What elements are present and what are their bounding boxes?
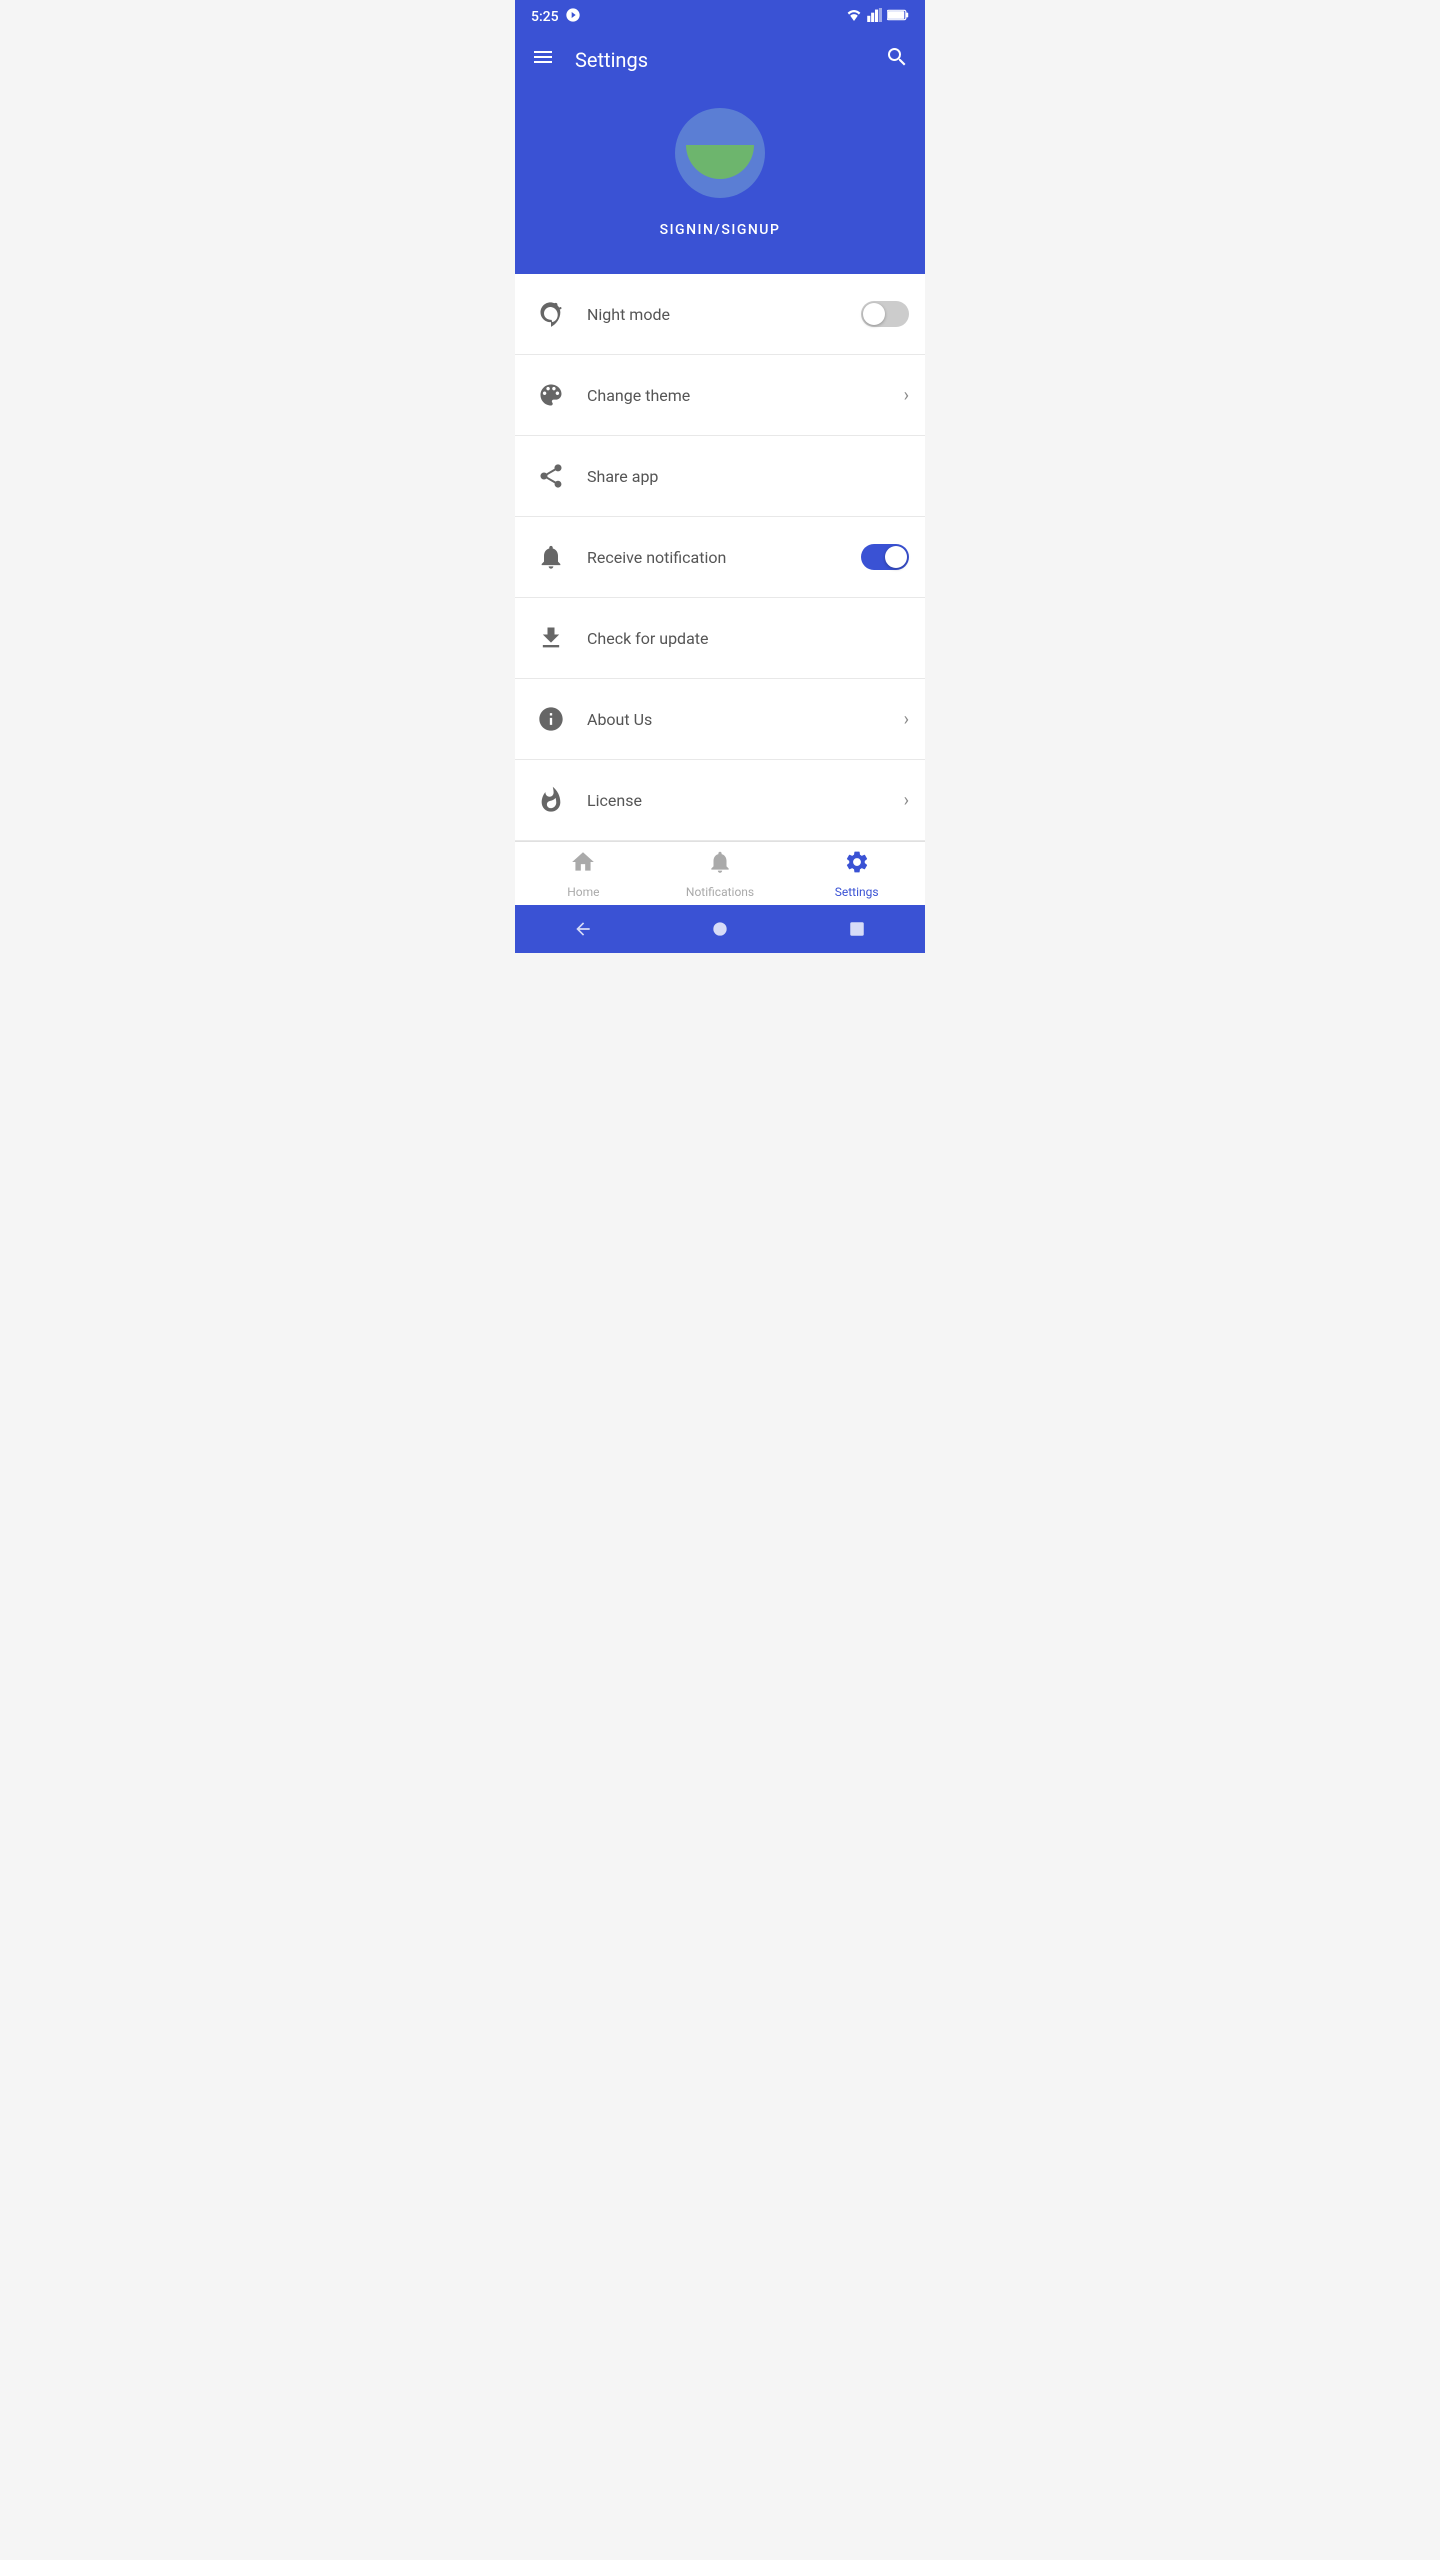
- battery-icon: [887, 8, 909, 26]
- signal-icon: [867, 8, 883, 26]
- toggle-knob-on: [885, 546, 907, 568]
- share-app-label: Share app: [587, 467, 909, 486]
- page-title: Settings: [575, 48, 885, 72]
- license-label: License: [587, 791, 904, 810]
- settings-item-receive-notification[interactable]: Receive notification: [515, 517, 925, 598]
- receive-notification-toggle[interactable]: [861, 544, 909, 570]
- settings-item-change-theme[interactable]: Change theme ›: [515, 355, 925, 436]
- search-icon[interactable]: [885, 45, 909, 75]
- back-button[interactable]: [565, 911, 601, 947]
- top-bar: Settings: [515, 32, 925, 88]
- flame-icon: [531, 780, 571, 820]
- chevron-right-icon: ›: [904, 790, 909, 811]
- palette-icon: [531, 375, 571, 415]
- toggle-knob: [863, 303, 885, 325]
- chevron-right-icon: ›: [904, 709, 909, 730]
- nav-item-notifications[interactable]: Notifications: [652, 841, 789, 907]
- info-icon: [531, 699, 571, 739]
- settings-icon: [844, 849, 870, 881]
- settings-item-night-mode[interactable]: Night mode: [515, 274, 925, 355]
- profile-header: SIGNIN/SIGNUP: [515, 88, 925, 274]
- night-mode-label: Night mode: [587, 305, 861, 324]
- bell-active-icon: [531, 537, 571, 577]
- chevron-right-icon: ›: [904, 385, 909, 406]
- license-chevron: ›: [904, 790, 909, 811]
- receive-notification-label: Receive notification: [587, 548, 861, 567]
- share-icon: [531, 456, 571, 496]
- night-mode-icon: [531, 294, 571, 334]
- change-theme-chevron: ›: [904, 385, 909, 406]
- bottom-navigation: Home Notifications Settings: [515, 841, 925, 905]
- settings-item-check-update[interactable]: Check for update: [515, 598, 925, 679]
- status-left: 5:25: [531, 7, 581, 27]
- download-icon: [531, 618, 571, 658]
- settings-item-about-us[interactable]: About Us ›: [515, 679, 925, 760]
- status-bar: 5:25: [515, 0, 925, 32]
- wifi-icon: [845, 8, 863, 26]
- home-button[interactable]: [702, 911, 738, 947]
- notifications-nav-label: Notifications: [686, 885, 754, 899]
- recent-button[interactable]: [839, 911, 875, 947]
- system-nav-bar: [515, 905, 925, 953]
- settings-item-license[interactable]: License ›: [515, 760, 925, 841]
- check-update-label: Check for update: [587, 629, 909, 648]
- home-nav-label: Home: [567, 885, 599, 899]
- status-time: 5:25: [531, 9, 559, 25]
- signin-button[interactable]: SIGNIN/SIGNUP: [660, 222, 781, 238]
- settings-item-share-app[interactable]: Share app: [515, 436, 925, 517]
- avatar[interactable]: [675, 108, 765, 198]
- home-icon: [570, 849, 596, 881]
- avatar-shape: [686, 145, 754, 179]
- night-mode-switch[interactable]: [861, 301, 909, 327]
- hamburger-icon[interactable]: [531, 45, 555, 75]
- status-right: [845, 8, 909, 26]
- nav-item-settings[interactable]: Settings: [788, 841, 925, 907]
- notifications-icon: [707, 849, 733, 881]
- receive-notification-switch[interactable]: [861, 544, 909, 570]
- about-us-label: About Us: [587, 710, 904, 729]
- settings-nav-label: Settings: [835, 885, 879, 899]
- nav-item-home[interactable]: Home: [515, 841, 652, 907]
- night-mode-toggle[interactable]: [861, 301, 909, 327]
- about-us-chevron: ›: [904, 709, 909, 730]
- change-theme-label: Change theme: [587, 386, 904, 405]
- notification-dot-icon: [565, 7, 581, 27]
- settings-list: Night mode Change theme › Share app: [515, 274, 925, 841]
